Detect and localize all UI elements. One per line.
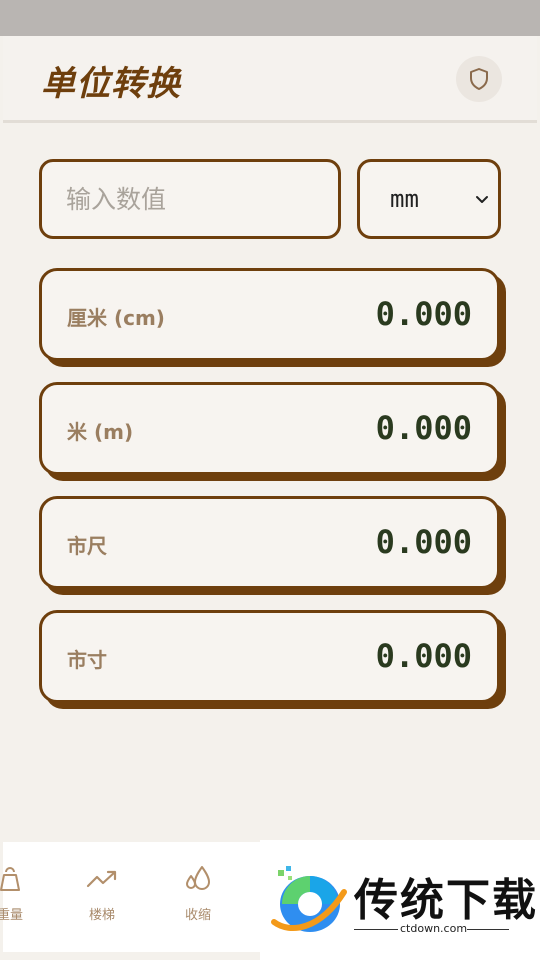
shield-icon: [470, 68, 488, 90]
result-label: 市尺: [67, 534, 107, 558]
status-bar: [0, 0, 540, 36]
result-value: 0.000: [375, 295, 472, 333]
result-card-cm: 厘米 (cm) 0.000: [39, 268, 500, 361]
result-label: 米 (m): [67, 420, 134, 444]
result-value: 0.000: [375, 637, 472, 675]
droplets-icon: [186, 866, 210, 890]
ad-brand: 传统下载: [354, 875, 538, 926]
app-header: 单位转换: [3, 36, 537, 123]
nav-item-weight[interactable]: 重量: [0, 864, 50, 923]
result-label: 厘米 (cm): [67, 306, 165, 330]
nav-label: 重量: [0, 908, 23, 923]
privacy-button[interactable]: [456, 56, 502, 102]
trending-up-icon: [86, 870, 117, 888]
weight-icon: [0, 867, 20, 891]
nav-item-stairs[interactable]: 楼梯: [62, 864, 142, 923]
result-value: 0.000: [375, 523, 472, 561]
result-value: 0.000: [375, 409, 472, 447]
page-title: 单位转换: [41, 64, 181, 104]
result-card-m: 米 (m) 0.000: [39, 382, 500, 475]
ctdown-logo-icon: [271, 866, 347, 932]
value-input[interactable]: [42, 162, 338, 236]
unit-select-value: mm: [390, 185, 419, 213]
result-card-cun: 市寸 0.000: [39, 610, 500, 703]
watermark-ad: 传统下载 ctdown.com: [260, 840, 540, 960]
nav-label: 收缩: [184, 908, 211, 923]
divider: [354, 929, 398, 930]
nav-label: 楼梯: [88, 908, 115, 923]
result-label: 市寸: [67, 648, 107, 672]
divider: [467, 929, 509, 930]
chevron-down-icon: [476, 196, 488, 203]
nav-item-shrink[interactable]: 收缩: [158, 864, 238, 923]
result-card-chi: 市尺 0.000: [39, 496, 500, 589]
ad-url: ctdown.com: [400, 922, 468, 935]
unit-select[interactable]: mm: [357, 159, 501, 239]
value-input-box[interactable]: [39, 159, 341, 239]
